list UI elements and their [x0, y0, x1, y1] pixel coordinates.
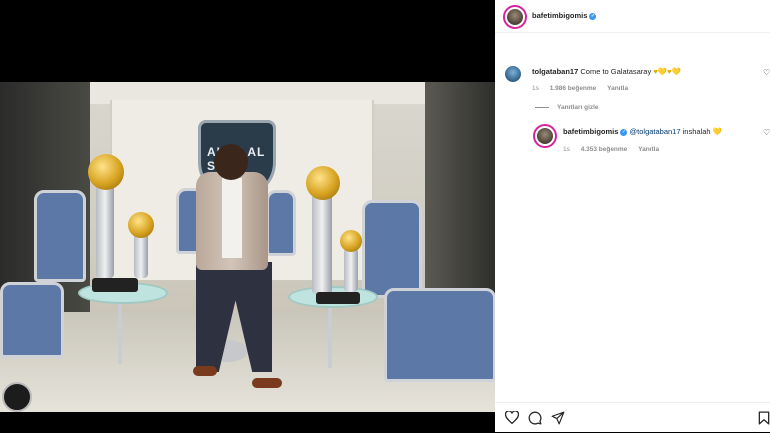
comment: tolgataban17 Come to Galatasaray ♥💛♥💛	[532, 67, 681, 76]
table-leg	[118, 294, 122, 364]
comment-meta: 1s 1.986 beğenme Yanıtla	[532, 85, 637, 92]
trophy-base	[316, 292, 360, 304]
hide-replies-button[interactable]: Yanıtları gizle	[535, 104, 599, 111]
comment-emoji: ♥💛♥💛	[653, 67, 681, 76]
post-photo[interactable]: ALHILAL S	[0, 82, 495, 412]
trophy-stem	[344, 248, 358, 292]
watermark-logo	[2, 382, 32, 412]
reply-avatar[interactable]	[533, 124, 557, 148]
hide-replies-line	[535, 106, 549, 108]
author-username-text[interactable]: bafetimbigomis	[532, 11, 587, 20]
comments-panel: bafetimbigomis ✓ tolgataban17 Come to Gal…	[495, 0, 770, 432]
reply-emoji: 💛	[712, 127, 723, 136]
trophy-stem	[134, 232, 148, 278]
action-bar	[495, 402, 770, 433]
shoe	[193, 366, 217, 376]
commenter-avatar[interactable]	[503, 64, 523, 84]
paper-plane-icon[interactable]	[551, 411, 565, 427]
heart-outline-icon[interactable]	[504, 410, 520, 426]
comment-likes[interactable]: 1.986 beğenme	[550, 85, 597, 92]
reply: bafetimbigomis ✓ @tolgataban17 inshalah 💛	[563, 127, 722, 136]
reply-like-heart-icon[interactable]: ♡	[763, 128, 770, 137]
armchair	[266, 190, 296, 256]
post-media: ALHILAL S	[0, 0, 495, 432]
reply-text: inshalah	[682, 127, 711, 136]
trophy-cup	[340, 230, 362, 252]
trophy-stem	[96, 182, 114, 278]
trophy-cup	[306, 166, 340, 200]
comment-time: 1s	[532, 85, 539, 92]
shoe	[252, 378, 282, 388]
comment-text: Come to Galatasaray	[580, 67, 652, 76]
reply-likes[interactable]: 4.353 beğenme	[581, 146, 628, 153]
comment-like-heart-icon[interactable]: ♡	[763, 68, 770, 77]
trophy-cup	[128, 212, 154, 238]
armchair	[362, 200, 422, 298]
person-shirt	[222, 178, 242, 258]
reply-meta: 1s 4.353 beğenme Yanıtla	[563, 146, 668, 153]
table-leg	[328, 298, 332, 368]
reply-time: 1s	[563, 146, 570, 153]
author-avatar[interactable]	[503, 5, 527, 29]
armchair	[34, 190, 86, 282]
armchair	[0, 282, 64, 358]
reply-reply-button[interactable]: Yanıtla	[638, 146, 659, 153]
reply-mention[interactable]: @tolgataban17	[630, 127, 681, 136]
post-header: bafetimbigomis ✓	[495, 0, 770, 33]
trophy-base	[92, 278, 138, 292]
trophy-cup	[88, 154, 124, 190]
author-username[interactable]: bafetimbigomis ✓	[532, 11, 597, 20]
bookmark-icon[interactable]	[758, 411, 770, 427]
comment-reply-button[interactable]: Yanıtla	[607, 85, 628, 92]
armchair	[384, 288, 495, 382]
verified-badge-icon: ✓	[620, 128, 628, 136]
photo-wall-right	[425, 82, 495, 322]
reply-username[interactable]: bafetimbigomis	[563, 127, 618, 136]
trophy-stem	[312, 194, 332, 294]
person-head	[214, 144, 248, 180]
hide-replies-label[interactable]: Yanıtları gizle	[557, 104, 599, 111]
comment-username[interactable]: tolgataban17	[532, 67, 578, 76]
comment-bubble-icon[interactable]	[528, 411, 542, 427]
verified-badge-icon: ✓	[589, 12, 597, 20]
